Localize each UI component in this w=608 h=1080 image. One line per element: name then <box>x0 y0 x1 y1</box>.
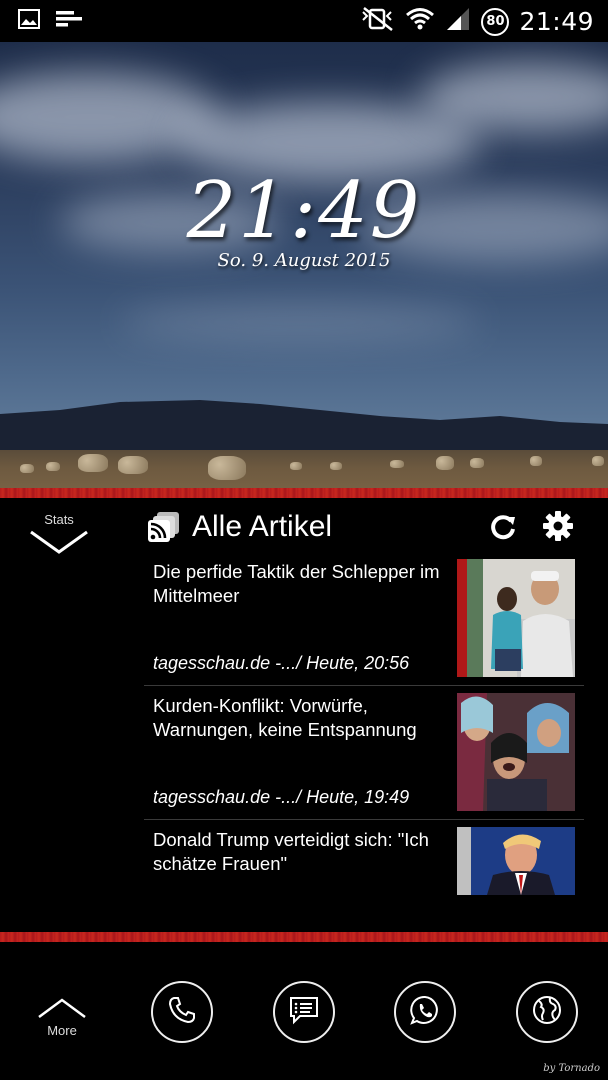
stats-button[interactable]: Stats <box>26 512 92 574</box>
article-divider <box>144 819 584 820</box>
article-title: Kurden-Konflikt: Vorwürfe, Warnungen, ke… <box>153 695 417 740</box>
image-icon <box>18 9 40 34</box>
more-button[interactable]: More <box>34 996 90 1042</box>
stats-label: Stats <box>44 512 74 527</box>
refresh-icon[interactable] <box>488 512 518 547</box>
article-thumbnail <box>457 827 575 895</box>
wifi-icon <box>405 6 435 37</box>
chevron-down-icon <box>28 530 90 561</box>
browser-button[interactable] <box>516 981 578 1043</box>
article-thumbnail <box>457 693 575 811</box>
more-label: More <box>47 1023 77 1038</box>
lockscreen-wallpaper: 21:49 So. 9. August 2015 <box>0 42 608 488</box>
news-feed-title: Alle Artikel <box>192 510 333 543</box>
status-time: 21:49 <box>519 7 594 36</box>
app-dock: More by Tornado <box>0 944 608 1080</box>
news-widget: Stats Alle Artikel Die perfide Taktik de… <box>0 498 608 932</box>
article-item[interactable]: Die perfide Taktik der Schlepper im Mitt… <box>144 559 584 677</box>
battery-indicator: 80 <box>481 7 510 36</box>
rss-feed-icon <box>147 510 181 549</box>
globe-icon <box>531 994 563 1031</box>
messages-icon <box>288 995 320 1030</box>
red-divider-top <box>0 488 608 498</box>
theme-credit: by Tornado <box>543 1063 600 1074</box>
lockscreen-date: So. 9. August 2015 <box>217 250 391 271</box>
notification-lines-icon <box>56 10 82 33</box>
phone-icon <box>167 995 197 1030</box>
article-meta: tagesschau.de -.../ Heute, 20:56 <box>153 653 410 673</box>
chevron-up-icon <box>36 998 88 1024</box>
lockscreen-clock: 21:49 <box>186 166 422 256</box>
messages-button[interactable] <box>273 981 335 1043</box>
signal-icon <box>445 6 471 37</box>
article-title: Die perfide Taktik der Schlepper im Mitt… <box>153 561 440 606</box>
whatsapp-icon <box>409 994 441 1031</box>
gear-icon[interactable] <box>542 510 574 547</box>
article-meta: tagesschau.de -.../ Heute, 19:49 <box>153 787 410 807</box>
article-thumbnail <box>457 559 575 677</box>
red-divider-bottom <box>0 932 608 942</box>
wheat-field <box>0 450 608 488</box>
status-bar: 80 21:49 <box>0 0 608 42</box>
whatsapp-button[interactable] <box>394 981 456 1043</box>
article-item[interactable]: Kurden-Konflikt: Vorwürfe, Warnungen, ke… <box>144 693 584 811</box>
mountain-silhouette <box>0 400 608 454</box>
article-item[interactable]: Donald Trump verteidigt sich: "Ich schät… <box>144 827 584 897</box>
article-divider <box>144 685 584 686</box>
phone-button[interactable] <box>151 981 213 1043</box>
news-header: Alle Artikel <box>144 508 584 548</box>
mute-icon <box>361 6 395 37</box>
article-title: Donald Trump verteidigt sich: "Ich schät… <box>153 829 429 874</box>
